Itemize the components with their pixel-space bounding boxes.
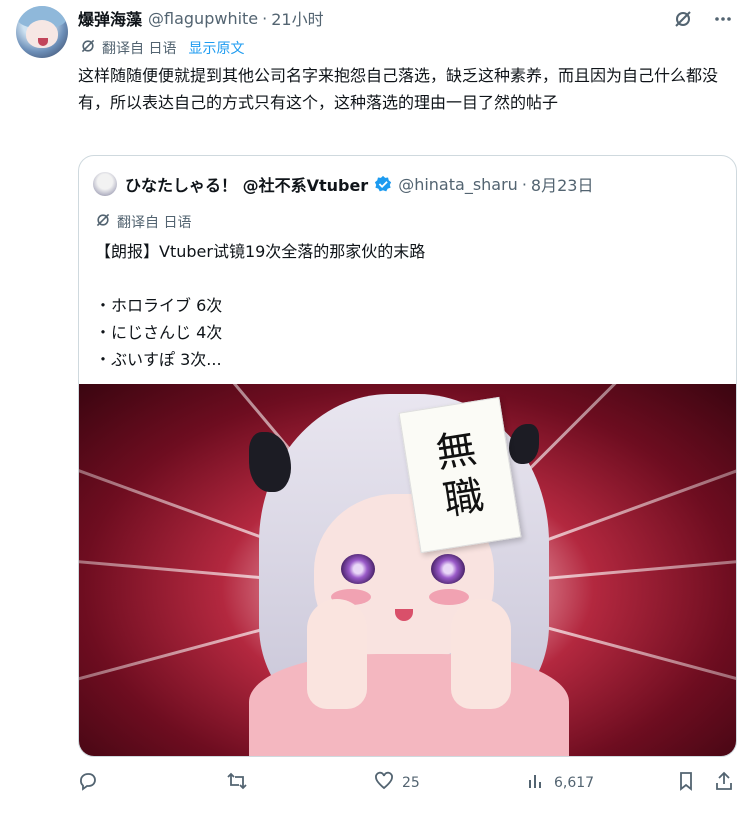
bookmark-button[interactable]: [676, 771, 696, 795]
character-eye: [341, 554, 375, 584]
author-avatar[interactable]: [16, 6, 68, 58]
view-count: 6,617: [554, 775, 595, 791]
paper-char: 無: [432, 425, 480, 478]
views-button[interactable]: 6,617: [526, 771, 594, 795]
share-icon: [714, 771, 734, 795]
quote-text-line: ・にじさんじ 4次: [95, 323, 223, 342]
heart-icon: [374, 771, 394, 795]
repost-button[interactable]: [226, 771, 256, 795]
bookmark-icon: [676, 771, 696, 795]
quoted-tweet[interactable]: ひなたしゃる！ @社不系Vtuber @hinata_sharu · 8月23日…: [78, 155, 737, 757]
post-text: 这样随随便便就提到其他公司名字来抱怨自己落选，缺乏这种素养，而且因为自己什么都没…: [78, 66, 719, 112]
quote-avatar[interactable]: [93, 172, 117, 196]
quote-date[interactable]: 8月23日: [531, 172, 594, 196]
quote-text-line: ・ぶいすぽ 3次...: [95, 350, 222, 369]
quote-text-line: 【朗报】Vtuber试镜19次全落的那家伙的末路: [95, 242, 426, 261]
views-chart-icon: [526, 771, 546, 795]
tweet-header: 爆弹海藻 @flagupwhite · 21小时: [78, 6, 324, 30]
quote-author-handle[interactable]: @hinata_sharu: [398, 175, 518, 194]
like-count: 25: [402, 775, 420, 791]
quote-translation-label: 翻译自 日语: [117, 215, 192, 231]
quote-text-line: ・ホロライブ 6次: [95, 296, 223, 315]
repost-icon: [226, 771, 248, 795]
grok-icon[interactable]: [672, 8, 694, 30]
separator-dot: ·: [521, 174, 527, 194]
reply-button[interactable]: [78, 771, 106, 795]
translation-bar: 翻译自 日语 显示原文: [80, 38, 244, 58]
quote-image[interactable]: 無 職: [79, 384, 736, 756]
reply-icon: [78, 771, 98, 795]
post-time[interactable]: 21小时: [271, 6, 323, 30]
character-body: [249, 654, 569, 756]
action-bar: 25 6,617: [78, 768, 738, 798]
share-button[interactable]: [714, 771, 734, 795]
character-peace-hand: [451, 599, 511, 709]
character-eye: [431, 554, 465, 584]
paper-char: 職: [440, 472, 488, 525]
quote-text-line: [95, 265, 715, 292]
more-options-icon[interactable]: [712, 8, 734, 30]
header-actions: [672, 8, 734, 30]
character-hair-bow: [509, 424, 539, 464]
quote-text: 【朗报】Vtuber试镜19次全落的那家伙的末路 ・ホロライブ 6次 ・にじさん…: [95, 238, 715, 373]
author-handle[interactable]: @flagupwhite: [148, 9, 258, 28]
translate-icon: [95, 212, 111, 232]
quote-author-name[interactable]: ひなたしゃる！ @社不系Vtuber: [125, 172, 368, 196]
verified-badge-icon: [374, 175, 392, 193]
character-peace-hand: [307, 599, 367, 709]
tweet: 爆弹海藻 @flagupwhite · 21小时 翻译自 日语 显示原文 这样随…: [0, 0, 750, 815]
quote-header: ひなたしゃる！ @社不系Vtuber @hinata_sharu · 8月23日: [93, 172, 593, 196]
separator-dot: ·: [262, 8, 268, 28]
translate-icon: [80, 38, 96, 58]
character-blush: [429, 589, 469, 605]
show-original-link[interactable]: 显示原文: [188, 38, 244, 58]
like-button[interactable]: 25: [374, 771, 420, 795]
author-name[interactable]: 爆弹海藻: [78, 6, 142, 30]
jobless-paper-tag: 無 職: [398, 396, 522, 554]
translation-label: 翻译自 日语: [102, 41, 177, 57]
quote-translation-bar: 翻译自 日语: [95, 212, 191, 232]
